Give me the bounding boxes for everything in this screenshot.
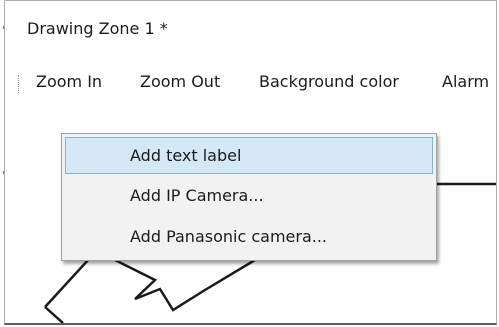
application-window: Drawing Zone 1 * Zoom In Zoom Out Backgr… [0, 0, 499, 327]
menu-item-add-panasonic-camera[interactable]: Add Panasonic camera... [65, 219, 433, 256]
zoom-out-button[interactable]: Zoom Out [140, 72, 220, 91]
menu-item-add-text-label[interactable]: Add text label [65, 137, 433, 174]
toolbar-grip-handle[interactable] [18, 75, 21, 93]
toolbar: Zoom In Zoom Out Background color Alarm [13, 65, 497, 101]
window-title: Drawing Zone 1 * [27, 19, 168, 38]
floor-plan-wall-tail [44, 306, 64, 323]
menu-item-add-ip-camera[interactable]: Add IP Camera... [65, 178, 433, 215]
context-menu: Add text label Add IP Camera... Add Pana… [61, 133, 437, 261]
floor-plan-outline [104, 253, 261, 312]
alarm-button[interactable]: Alarm [442, 72, 489, 91]
zoom-in-button[interactable]: Zoom In [36, 72, 102, 91]
background-color-button[interactable]: Background color [259, 72, 399, 91]
